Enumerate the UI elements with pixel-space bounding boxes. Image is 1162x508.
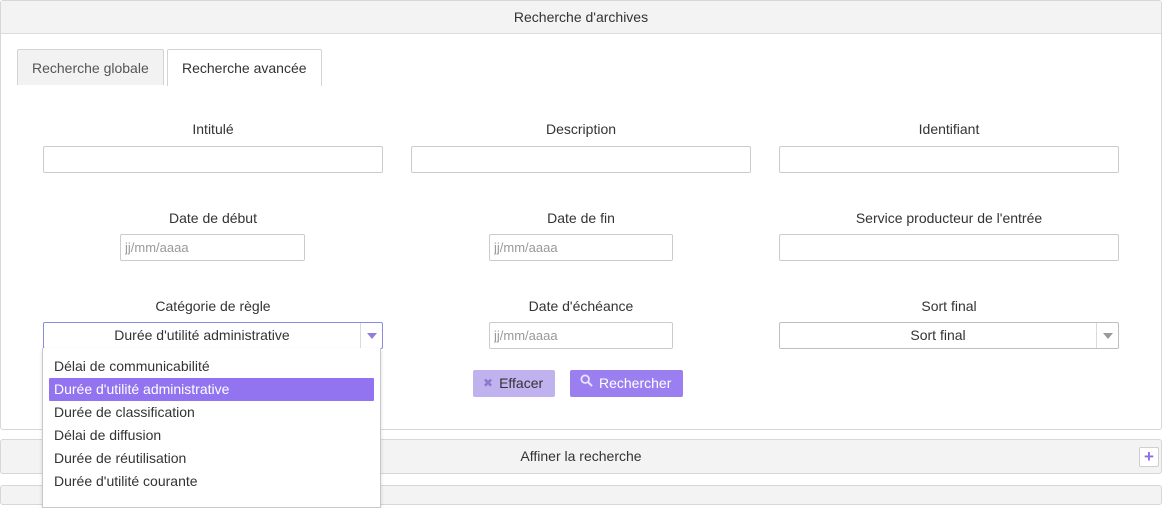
identifiant-input[interactable] — [779, 146, 1119, 173]
intitule-input[interactable] — [43, 146, 383, 173]
date-echeance-input[interactable] — [489, 322, 673, 349]
categorie-selected-value: Durée d'utilité administrative — [114, 327, 290, 343]
categorie-label: Catégorie de règle — [155, 298, 271, 314]
dropdown-option[interactable]: Délai de diffusion — [49, 424, 374, 447]
service-input[interactable] — [779, 234, 1119, 261]
search-button-label: Rechercher — [599, 375, 672, 391]
identifiant-label: Identifiant — [918, 121, 980, 137]
date-debut-input[interactable] — [120, 234, 305, 261]
sort-final-select[interactable]: Sort final — [779, 322, 1119, 349]
intitule-label: Intitulé — [192, 121, 234, 137]
date-fin-label: Date de fin — [547, 210, 615, 226]
description-input[interactable] — [411, 146, 751, 173]
tab-global-search[interactable]: Recherche globale — [17, 49, 164, 85]
dropdown-option[interactable]: Délai de communicabilité — [49, 355, 374, 378]
clear-button[interactable]: ✖ Effacer — [473, 370, 556, 397]
date-echeance-label: Date d'échéance — [528, 298, 634, 314]
sort-final-selected-value: Sort final — [910, 327, 966, 343]
dropdown-option[interactable]: Durée de classification — [49, 401, 374, 424]
search-icon — [580, 370, 593, 397]
dropdown-option[interactable]: Durée d'utilité courante — [49, 470, 374, 493]
tab-advanced-search[interactable]: Recherche avancée — [167, 49, 322, 86]
close-icon: ✖ — [483, 376, 494, 390]
refine-search-title: Affiner la recherche — [520, 448, 642, 464]
categorie-select[interactable]: Durée d'utilité administrative — [43, 322, 383, 349]
clear-button-label: Effacer — [499, 375, 544, 391]
plus-icon[interactable]: + — [1139, 447, 1159, 467]
service-label: Service producteur de l'entrée — [855, 210, 1043, 226]
chevron-down-icon[interactable] — [360, 323, 382, 348]
categorie-dropdown-list: Délai de communicabilité Durée d'utilité… — [42, 348, 381, 508]
panel-title: Recherche d'archives — [1, 1, 1161, 34]
dropdown-option[interactable]: Durée de réutilisation — [49, 447, 374, 470]
description-label: Description — [545, 121, 617, 137]
chevron-down-icon[interactable] — [1096, 323, 1118, 348]
sort-final-label: Sort final — [921, 298, 977, 314]
search-button[interactable]: Rechercher — [570, 370, 684, 397]
date-fin-input[interactable] — [489, 234, 673, 261]
date-debut-label: Date de début — [169, 210, 257, 226]
dropdown-option-selected[interactable]: Durée d'utilité administrative — [49, 378, 374, 401]
